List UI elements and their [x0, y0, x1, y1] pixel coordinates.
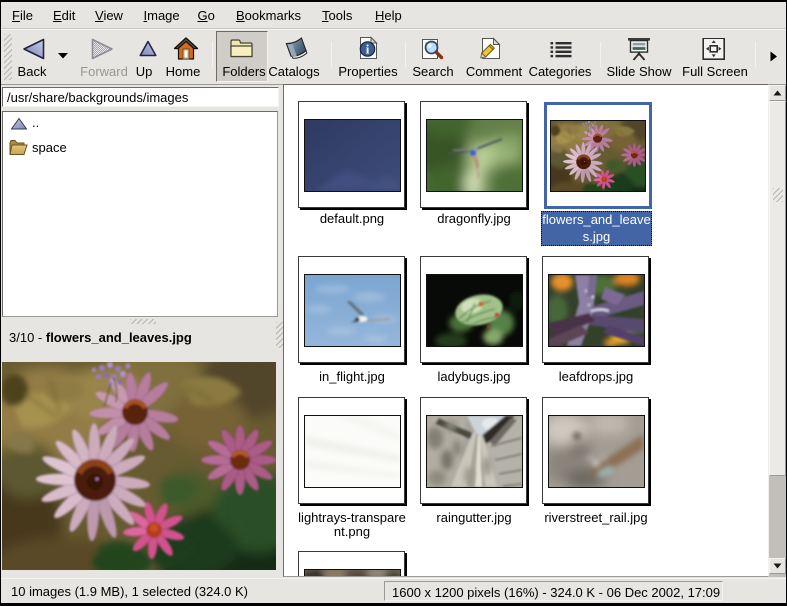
svg-text:i: i — [366, 42, 370, 57]
